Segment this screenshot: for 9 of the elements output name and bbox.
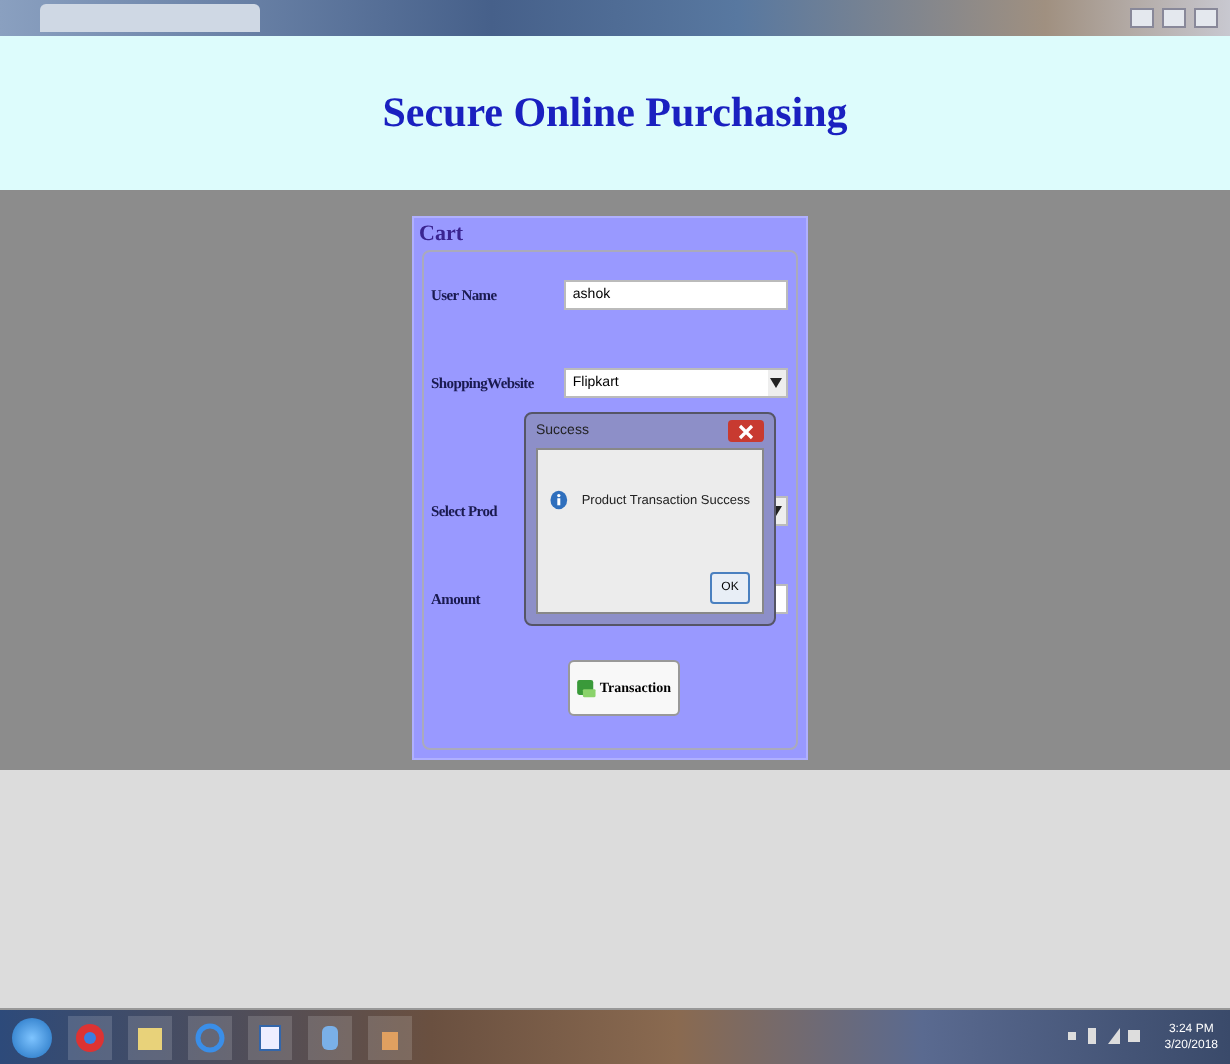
start-orb-icon[interactable] bbox=[12, 1017, 52, 1057]
cup-icon[interactable] bbox=[368, 1015, 412, 1059]
box-icon[interactable] bbox=[308, 1015, 352, 1059]
page-title: Secure Online Purchasing bbox=[382, 88, 848, 138]
folder-icon[interactable] bbox=[128, 1015, 172, 1059]
browser-icon[interactable] bbox=[68, 1015, 112, 1059]
panel-title: Cart bbox=[417, 220, 465, 250]
document-icon[interactable] bbox=[248, 1015, 292, 1059]
globe-icon[interactable] bbox=[188, 1015, 232, 1059]
